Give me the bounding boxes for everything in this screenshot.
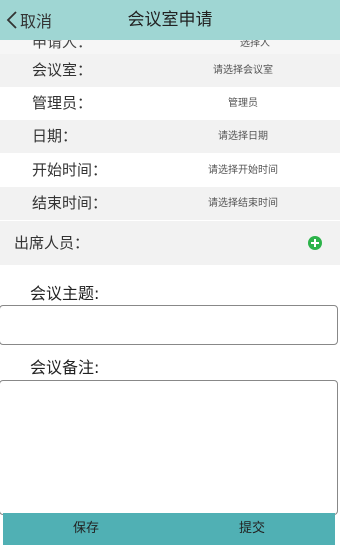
meeting-room-select[interactable]: 请选择会议室 [183, 54, 303, 87]
admin-value[interactable]: 管理员 [183, 87, 303, 120]
start-time-select[interactable]: 请选择开始时间 [183, 154, 303, 187]
end-time-label: 结束时间： [32, 194, 108, 212]
applicant-value[interactable]: 选择人 [190, 40, 320, 49]
save-button[interactable]: 保存 [3, 513, 169, 545]
attendees-label: 出席人员： [14, 234, 90, 252]
submit-button[interactable]: 提交 [169, 513, 335, 545]
footer-bar: 保存 提交 [3, 513, 335, 545]
applicant-row: 申请人： 选择人 [0, 40, 340, 54]
meeting-room-label: 会议室： [32, 61, 93, 79]
field-row-start-time: 开始时间： 请选择开始时间 [0, 154, 340, 187]
field-row-end-time: 结束时间： 请选择结束时间 [0, 187, 340, 220]
cancel-label: 取消 [20, 12, 53, 31]
topic-input[interactable] [0, 305, 338, 345]
plus-circle-icon[interactable] [308, 236, 322, 250]
notes-textarea[interactable] [0, 380, 338, 515]
topic-label: 会议主题: [30, 284, 100, 303]
start-time-label: 开始时间： [32, 161, 108, 179]
attendees-row: 出席人员： [0, 221, 340, 265]
field-row-admin: 管理员： 管理员 [0, 87, 340, 120]
cancel-button[interactable]: 取消 [6, 0, 52, 40]
notes-label: 会议备注: [30, 358, 100, 377]
chevron-left-icon [6, 11, 17, 29]
admin-label: 管理员： [32, 94, 93, 112]
end-time-select[interactable]: 请选择结束时间 [183, 187, 303, 220]
date-label: 日期： [32, 127, 78, 145]
header-bar: 取消 会议室申请 [0, 0, 340, 40]
applicant-label: 申请人： [32, 40, 93, 51]
date-select[interactable]: 请选择日期 [183, 120, 303, 153]
field-row-date: 日期： 请选择日期 [0, 120, 340, 153]
field-row-meeting-room: 会议室： 请选择会议室 [0, 54, 340, 87]
